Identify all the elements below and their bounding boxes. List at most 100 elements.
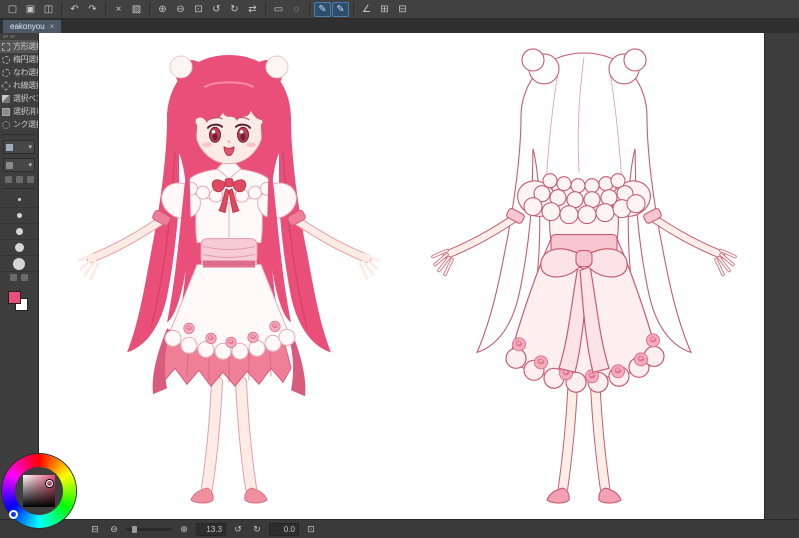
undo-icon[interactable]: ↶ xyxy=(66,2,83,17)
fit-view-icon[interactable]: ⊡ xyxy=(190,2,207,17)
left-tool-dock: 方形選択 楕円選択 なわ選択 れ線選択 選択ペン 選択消し xyxy=(0,33,39,519)
subtool-item-selection-pen[interactable]: 選択ペン xyxy=(0,92,38,105)
toolbar-separator xyxy=(105,3,106,15)
toolbar-separator xyxy=(353,3,354,15)
toolbar-separator xyxy=(309,3,310,15)
canvas[interactable] xyxy=(39,33,764,519)
brush-size-dot xyxy=(17,198,21,201)
ruler-icon[interactable]: ∠ xyxy=(358,2,375,17)
toolbar-separator xyxy=(149,3,150,15)
palette-header-dot xyxy=(10,35,15,38)
property-button-icon[interactable] xyxy=(26,176,34,183)
dropdown-swatch-icon xyxy=(6,143,13,151)
polyline-select-icon xyxy=(1,80,11,91)
palette-header xyxy=(0,33,38,40)
pen-icon[interactable]: ✎ xyxy=(314,1,331,17)
right-dock xyxy=(764,33,799,519)
rotate-left-icon[interactable]: ↺ xyxy=(208,2,225,17)
zoom-slider-thumb[interactable] xyxy=(132,525,137,533)
brush-size-dot xyxy=(14,243,24,252)
tool-property-buttons xyxy=(0,174,38,185)
clear-icon[interactable]: × xyxy=(110,2,127,17)
subtool-label: 選択ペン xyxy=(13,94,38,103)
flip-horizontal-icon[interactable]: ⇄ xyxy=(244,2,261,17)
zoom-value: 13.3 xyxy=(196,522,226,536)
subtool-label: れ線選択 xyxy=(13,81,38,90)
select-lasso-icon[interactable]: ◌ xyxy=(288,2,305,17)
color-wheel xyxy=(2,454,76,528)
subtool-label: 楕円選択 xyxy=(13,55,38,64)
brush-size-dot xyxy=(16,213,22,218)
subtool-item-shrink-select[interactable]: ンク選択 xyxy=(0,118,38,131)
ellipse-select-icon xyxy=(2,55,10,64)
panels-icon[interactable]: ⊟ xyxy=(394,2,411,17)
rotate-right-icon[interactable]: ↻ xyxy=(250,524,264,535)
open-file-icon[interactable]: ▣ xyxy=(22,2,39,17)
rotate-value: 0.0 xyxy=(269,522,299,536)
property-button-icon[interactable] xyxy=(4,176,12,183)
color-swatches xyxy=(6,291,30,313)
brush-size-item[interactable] xyxy=(0,224,38,240)
erase-selection-icon xyxy=(2,107,10,116)
dropdown-swatch-icon xyxy=(6,161,13,169)
subtool-item-polyline-select[interactable]: れ線選択 xyxy=(0,79,38,92)
subtool-label: 方形選択 xyxy=(13,42,38,51)
palette-button-icon[interactable] xyxy=(10,274,17,281)
lasso-select-icon xyxy=(2,68,10,77)
palette-buttons xyxy=(0,272,38,283)
palette-header-dot xyxy=(3,35,8,38)
subtool-label: ンク選択 xyxy=(13,120,38,129)
application-window: ▢ ▣ ◫ ↶ ↷ × ▨ ⊕ ⊖ ⊡ ↺ ↻ ⇄ ▭ ◌ ✎ ✎ ∠ ⊞ ⊟ … xyxy=(0,0,799,538)
palette-button-icon[interactable] xyxy=(21,274,28,281)
fill-icon[interactable]: ▨ xyxy=(128,2,145,17)
zoom-in-icon[interactable]: ⊕ xyxy=(154,2,171,17)
rotate-right-icon[interactable]: ↻ xyxy=(226,2,243,17)
zoom-in-icon[interactable]: ⊕ xyxy=(177,524,191,535)
shrink-select-icon xyxy=(2,120,10,129)
subtool-item-ellipse-select[interactable]: 楕円選択 xyxy=(0,53,38,66)
chevron-down-icon: ▾ xyxy=(28,144,32,151)
rotate-left-icon[interactable]: ↺ xyxy=(231,524,245,535)
document-tab-label: eakonyou xyxy=(10,22,45,31)
panel-divider xyxy=(2,188,36,189)
panel-divider xyxy=(2,134,36,135)
subtool-item-rectangle-select[interactable]: 方形選択 xyxy=(0,40,38,53)
subtool-label: なわ選択 xyxy=(13,68,38,77)
tool-property-dropdown-1[interactable]: ▾ xyxy=(3,140,35,154)
canvas-artwork xyxy=(77,48,737,504)
redo-icon[interactable]: ↷ xyxy=(84,2,101,17)
subtool-label: 選択消し xyxy=(13,107,38,116)
zoom-slider[interactable] xyxy=(126,525,172,533)
brush-icon[interactable]: ✎ xyxy=(332,1,349,17)
toolbar-separator xyxy=(61,3,62,15)
zoom-out-icon[interactable]: ⊖ xyxy=(107,524,121,535)
select-rectangle-icon[interactable]: ▭ xyxy=(270,2,287,17)
chevron-down-icon: ▾ xyxy=(28,162,32,169)
save-icon[interactable]: ◫ xyxy=(40,2,57,17)
brush-size-dot xyxy=(15,228,23,235)
back-figure xyxy=(431,48,737,504)
document-tab-bar: eakonyou × xyxy=(0,19,799,33)
brush-size-item[interactable] xyxy=(0,192,38,208)
main-color-swatch[interactable] xyxy=(8,291,21,304)
status-bar: ⊟ ⊖ ⊕ 13.3 ↺ ↻ 0.0 ⊡ xyxy=(0,519,799,538)
brush-size-item[interactable] xyxy=(0,208,38,224)
toolbar-separator xyxy=(265,3,266,15)
fit-view-icon[interactable]: ⊡ xyxy=(304,524,318,535)
close-icon[interactable]: × xyxy=(50,22,55,31)
brush-size-item[interactable] xyxy=(0,256,38,272)
doc-info-icon[interactable]: ⊟ xyxy=(88,524,102,535)
brush-size-item[interactable] xyxy=(0,240,38,256)
grid-icon[interactable]: ⊞ xyxy=(376,2,393,17)
new-file-icon[interactable]: ▢ xyxy=(4,2,21,17)
selection-pen-icon xyxy=(2,94,10,103)
rectangle-select-icon xyxy=(2,42,10,51)
hue-marker xyxy=(9,510,18,519)
document-tab[interactable]: eakonyou × xyxy=(3,20,62,33)
zoom-out-icon[interactable]: ⊖ xyxy=(172,2,189,17)
subtool-item-lasso-select[interactable]: なわ選択 xyxy=(0,66,38,79)
property-button-icon[interactable] xyxy=(15,176,23,183)
top-toolbar: ▢ ▣ ◫ ↶ ↷ × ▨ ⊕ ⊖ ⊡ ↺ ↻ ⇄ ▭ ◌ ✎ ✎ ∠ ⊞ ⊟ xyxy=(0,0,799,19)
subtool-item-erase-selection[interactable]: 選択消し xyxy=(0,105,38,118)
tool-property-dropdown-2[interactable]: ▾ xyxy=(3,158,35,172)
